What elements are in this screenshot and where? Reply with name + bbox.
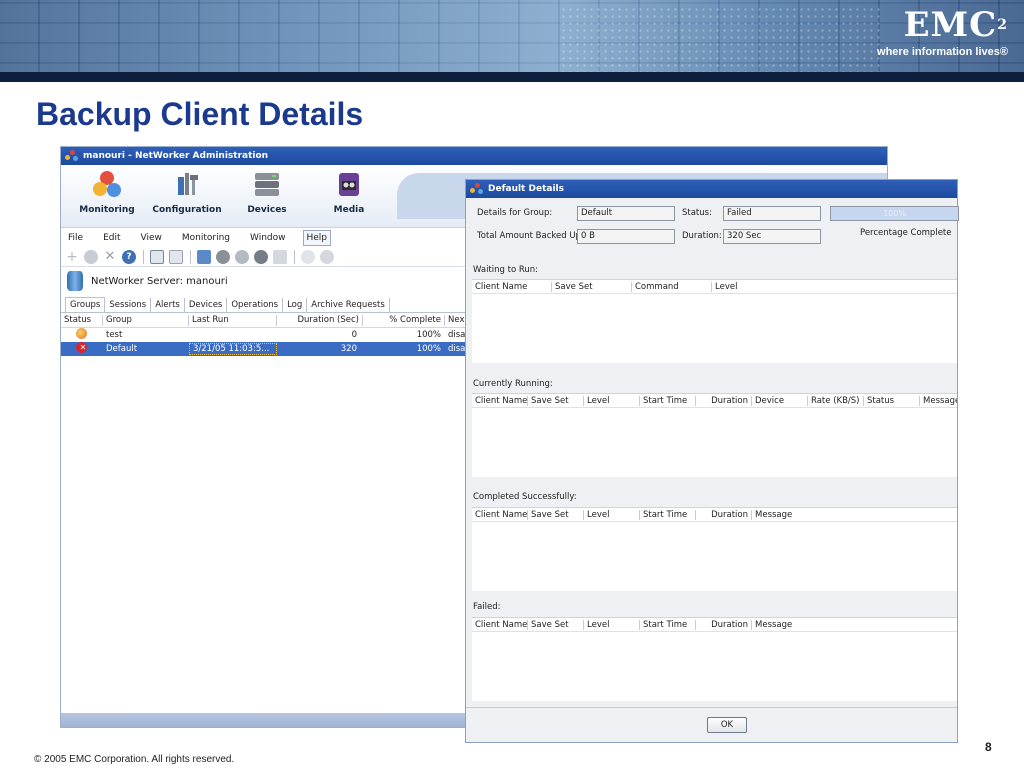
completed-successfully-table: Client Name Save Set Level Start Time Du… xyxy=(472,507,957,591)
window-titlebar: manouri - NetWorker Administration xyxy=(61,147,887,165)
col-group[interactable]: Group xyxy=(103,314,189,326)
tab-operations[interactable]: Operations xyxy=(227,298,284,312)
delete-icon[interactable]: ✕ xyxy=(103,249,117,264)
monitoring-icon xyxy=(92,169,122,199)
networker-app-icon xyxy=(65,150,79,162)
waiting-to-run-table: Client Name Save Set Command Level xyxy=(472,279,957,363)
menu-monitoring[interactable]: Monitoring xyxy=(179,231,233,245)
total-backed-field: 0 B xyxy=(577,229,675,244)
monitoring-button[interactable]: Monitoring xyxy=(67,169,147,215)
failed-table: Client Name Save Set Level Start Time Du… xyxy=(472,617,957,701)
schedule-icon[interactable] xyxy=(301,249,315,264)
menu-window[interactable]: Window xyxy=(247,231,289,245)
col-complete[interactable]: % Complete xyxy=(363,314,445,326)
col-start-time[interactable]: Start Time xyxy=(640,395,696,406)
col-start-time[interactable]: Start Time xyxy=(640,509,696,520)
add-icon[interactable]: + xyxy=(65,250,79,264)
status-field: Failed xyxy=(723,206,821,221)
refresh-icon[interactable] xyxy=(320,249,334,264)
col-duration[interactable]: Duration (Sec) xyxy=(277,314,363,326)
networker-app-icon xyxy=(470,183,484,195)
col-level[interactable]: Level xyxy=(584,619,640,630)
details-for-group-label: Details for Group: xyxy=(477,208,553,218)
col-device[interactable]: Device xyxy=(752,395,808,406)
dialog-titlebar: Default Details xyxy=(466,180,957,198)
header-banner: EMC2 where information lives® xyxy=(0,0,1024,82)
dialog-title: Default Details xyxy=(488,184,564,194)
col-status[interactable]: Status xyxy=(864,395,920,406)
percentage-complete-label: Percentage Complete xyxy=(860,228,952,238)
status-label: Status: xyxy=(682,208,712,218)
default-details-dialog: Default Details Details for Group: Defau… xyxy=(465,179,959,743)
devices-icon xyxy=(252,169,282,199)
server-database-icon xyxy=(67,271,83,291)
emc-logo: EMC2 where information lives® xyxy=(877,5,1008,58)
details-for-group-field: Default xyxy=(577,206,675,221)
waiting-to-run-label: Waiting to Run: xyxy=(473,265,539,275)
currently-running-table: Client Name Save Set Level Start Time Du… xyxy=(472,393,957,477)
col-save-set[interactable]: Save Set xyxy=(552,281,632,292)
col-save-set[interactable]: Save Set xyxy=(528,509,584,520)
tab-sessions[interactable]: Sessions xyxy=(105,298,152,312)
col-message[interactable]: Message xyxy=(752,620,872,630)
col-last-run[interactable]: Last Run xyxy=(189,314,277,326)
total-backed-label: Total Amount Backed Up: xyxy=(477,231,584,241)
configuration-button[interactable]: Configuration xyxy=(147,169,227,215)
grid-view-icon[interactable] xyxy=(169,249,183,264)
tab-log[interactable]: Log xyxy=(283,298,308,312)
media-icon xyxy=(334,169,364,199)
restart-icon[interactable] xyxy=(254,249,268,264)
table-view-icon[interactable] xyxy=(150,249,164,264)
page-number: 8 xyxy=(985,740,992,754)
slide: EMC2 where information lives® Backup Cli… xyxy=(0,0,1024,768)
col-start-time[interactable]: Start Time xyxy=(640,619,696,630)
completed-successfully-label: Completed Successfully: xyxy=(473,492,577,502)
col-level[interactable]: Level xyxy=(712,282,832,292)
menu-edit[interactable]: Edit xyxy=(100,231,123,245)
menu-file[interactable]: File xyxy=(65,231,86,245)
media-button[interactable]: Media xyxy=(309,169,389,215)
col-client-name[interactable]: Client Name xyxy=(472,281,552,292)
menu-view[interactable]: View xyxy=(138,231,165,245)
col-duration[interactable]: Duration xyxy=(696,619,752,630)
percentage-progress-bar: 100% xyxy=(830,206,959,221)
col-message[interactable]: Message xyxy=(920,396,957,406)
col-duration[interactable]: Duration xyxy=(696,395,752,406)
col-client-name[interactable]: Client Name xyxy=(472,395,528,406)
success-icon xyxy=(76,328,87,339)
play-icon[interactable] xyxy=(216,249,230,264)
properties-icon[interactable] xyxy=(197,249,211,264)
col-message[interactable]: Message xyxy=(752,510,872,520)
tab-groups[interactable]: Groups xyxy=(65,297,106,312)
stop-icon[interactable] xyxy=(235,249,249,264)
configuration-icon xyxy=(172,169,202,199)
clone-icon[interactable] xyxy=(273,249,287,264)
col-save-set[interactable]: Save Set xyxy=(528,619,584,630)
col-client-name[interactable]: Client Name xyxy=(472,619,528,630)
tab-devices[interactable]: Devices xyxy=(185,298,228,312)
menu-help[interactable]: Help xyxy=(302,229,332,246)
ok-button[interactable]: OK xyxy=(707,717,747,733)
currently-running-label: Currently Running: xyxy=(473,379,553,389)
col-level[interactable]: Level xyxy=(584,509,640,520)
duration-label: Duration: xyxy=(682,231,722,241)
tab-archive-requests[interactable]: Archive Requests xyxy=(307,298,390,312)
slide-title: Backup Client Details xyxy=(36,96,364,132)
col-level[interactable]: Level xyxy=(584,395,640,406)
devices-button[interactable]: Devices xyxy=(227,169,307,215)
col-client-name[interactable]: Client Name xyxy=(472,509,528,520)
col-status[interactable]: Status xyxy=(61,314,103,326)
duration-field: 320 Sec xyxy=(723,229,821,244)
col-command[interactable]: Command xyxy=(632,281,712,292)
help-icon[interactable]: ? xyxy=(122,249,136,264)
col-duration[interactable]: Duration xyxy=(696,509,752,520)
col-save-set[interactable]: Save Set xyxy=(528,395,584,406)
info-icon[interactable] xyxy=(84,249,98,264)
copyright-footer: © 2005 EMC Corporation. All rights reser… xyxy=(34,754,235,765)
window-title: manouri - NetWorker Administration xyxy=(83,151,269,161)
failed-icon: ✕ xyxy=(76,342,87,353)
tab-alerts[interactable]: Alerts xyxy=(151,298,185,312)
col-rate[interactable]: Rate (KB/S) xyxy=(808,395,864,406)
failed-label: Failed: xyxy=(473,602,501,612)
